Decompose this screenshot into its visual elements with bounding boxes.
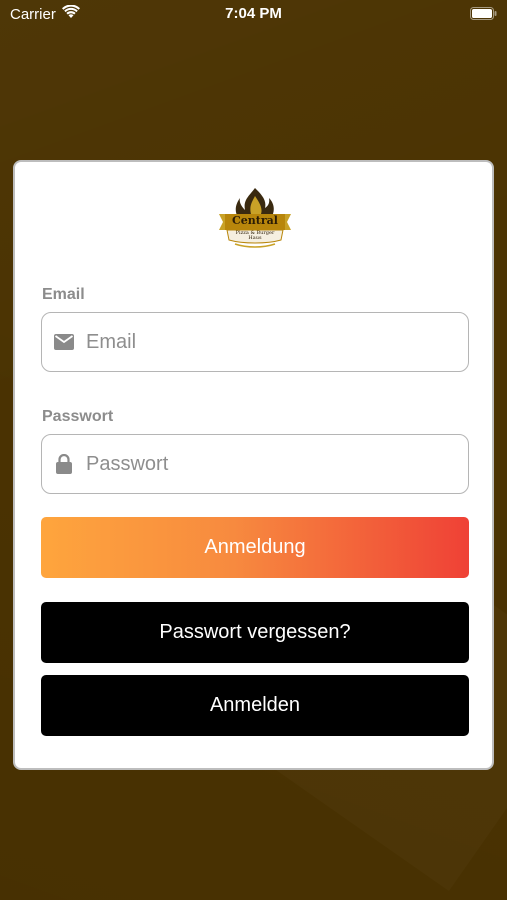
email-label: Email (42, 286, 85, 303)
password-input[interactable] (86, 452, 446, 476)
status-bar: Carrier 7:04 PM (0, 0, 507, 28)
lock-icon (54, 454, 74, 474)
email-input[interactable] (86, 330, 446, 354)
password-field[interactable] (41, 434, 469, 494)
login-card: Central Pizza & Burger Haus Email Passwo… (13, 160, 494, 770)
password-label: Passwort (42, 408, 114, 425)
flame-logo-icon: Central Pizza & Burger Haus (215, 184, 295, 250)
login-button[interactable]: Anmeldung (41, 517, 469, 578)
status-time: 7:04 PM (225, 5, 282, 22)
forgot-password-button[interactable]: Passwort vergessen? (41, 602, 469, 663)
email-field[interactable] (41, 312, 469, 372)
mail-icon (54, 332, 74, 352)
logo-brand-text: Central (232, 214, 278, 227)
battery-icon (470, 7, 497, 24)
logo-subtitle-line2: Haus (248, 235, 262, 241)
register-button[interactable]: Anmelden (41, 675, 469, 736)
